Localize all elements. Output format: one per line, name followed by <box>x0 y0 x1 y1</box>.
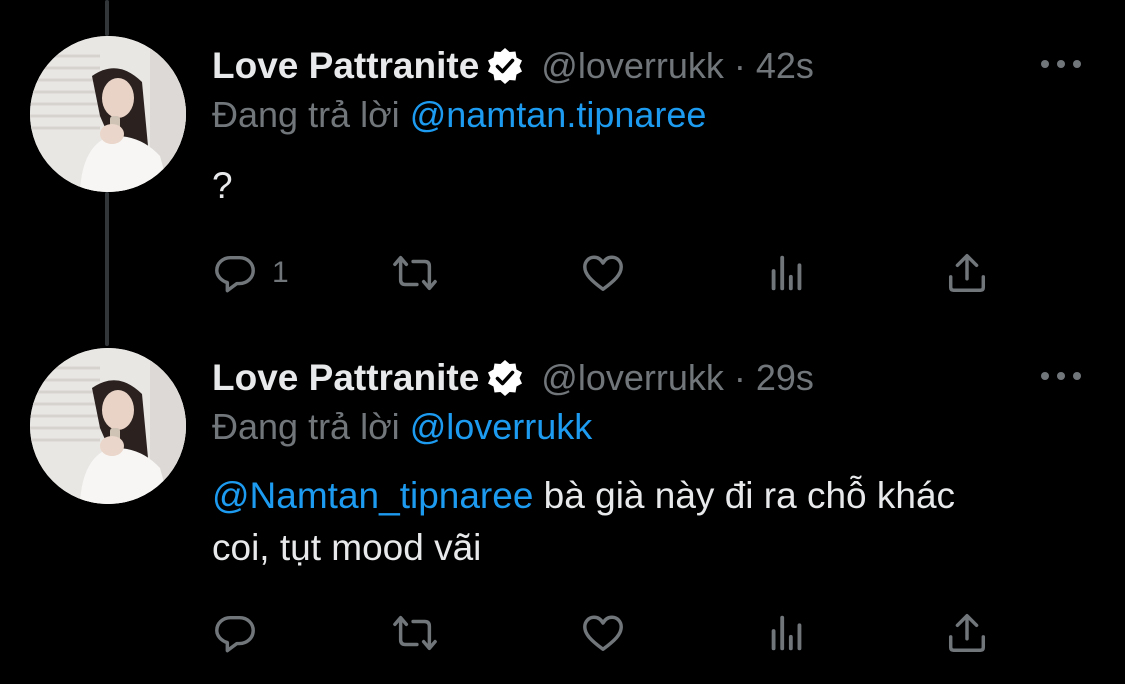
reply-icon <box>215 615 255 653</box>
verified-badge-icon <box>488 48 523 84</box>
avatar[interactable] <box>30 36 186 192</box>
replying-to-label: Đang trả lời <box>212 406 400 447</box>
avatar-photo <box>30 36 186 192</box>
reply-icon <box>215 255 255 293</box>
retweet-icon <box>393 615 437 651</box>
tweet-timestamp[interactable]: 29s <box>756 357 814 399</box>
author-handle[interactable]: @loverrukk <box>541 45 724 87</box>
tweet-actions <box>212 608 1012 658</box>
reply-button[interactable]: 1 <box>212 248 289 298</box>
separator-dot: · <box>733 45 746 86</box>
avatar-photo <box>30 348 186 504</box>
like-button[interactable] <box>580 608 626 658</box>
more-options-icon[interactable] <box>1041 366 1081 386</box>
analytics-button[interactable] <box>764 608 810 658</box>
reply-count: 1 <box>272 256 289 289</box>
author-name[interactable]: Love Pattranite <box>212 45 479 87</box>
tweet-header: Love Pattranite @loverrukk · 29s <box>212 352 814 404</box>
replying-to-label: Đang trả lời <box>212 94 400 135</box>
like-icon <box>583 255 623 292</box>
tweet-actions: 1 <box>212 248 1012 298</box>
share-button[interactable] <box>944 248 990 298</box>
reply-button[interactable] <box>212 608 272 658</box>
share-icon <box>948 254 986 292</box>
replying-to: Đang trả lời @loverrukk <box>212 406 592 448</box>
more-options-icon[interactable] <box>1041 54 1081 74</box>
tweet-header: Love Pattranite @loverrukk · 42s <box>212 40 814 92</box>
tweet[interactable]: Love Pattranite @loverrukk · 42s Đang tr… <box>0 0 1125 340</box>
avatar[interactable] <box>30 348 186 504</box>
like-icon <box>583 615 623 652</box>
replying-to: Đang trả lời @namtan.tipnaree <box>212 94 706 136</box>
author-handle[interactable]: @loverrukk <box>541 357 724 399</box>
share-button[interactable] <box>944 608 990 658</box>
replying-to-mention[interactable]: @namtan.tipnaree <box>410 94 707 135</box>
tweet-text: ? <box>212 160 1072 212</box>
tweet-timestamp[interactable]: 42s <box>756 45 814 87</box>
tweet[interactable]: Love Pattranite @loverrukk · 29s Đang tr… <box>0 340 1125 684</box>
analytics-icon <box>771 255 802 291</box>
like-button[interactable] <box>580 248 626 298</box>
replying-to-mention[interactable]: @loverrukk <box>410 406 593 447</box>
author-name[interactable]: Love Pattranite <box>212 357 479 399</box>
retweet-button[interactable] <box>392 608 438 658</box>
tweet-body-text: ? <box>212 165 233 206</box>
analytics-icon <box>771 615 802 651</box>
retweet-icon <box>393 255 437 291</box>
share-icon <box>948 614 986 652</box>
analytics-button[interactable] <box>764 248 810 298</box>
tweet-text: @Namtan_tipnaree bà già này đi ra chỗ kh… <box>212 470 1012 574</box>
separator-dot: · <box>733 357 746 398</box>
verified-badge-icon <box>488 360 523 396</box>
retweet-button[interactable] <box>392 248 438 298</box>
tweet-body-mention[interactable]: @Namtan_tipnaree <box>212 475 533 516</box>
tweet-thread: Love Pattranite @loverrukk · 42s Đang tr… <box>0 0 1125 684</box>
